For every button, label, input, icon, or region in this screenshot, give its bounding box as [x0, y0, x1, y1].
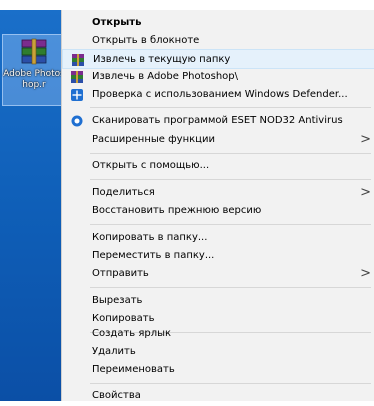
menu-item-properties[interactable]: Свойства — [62, 386, 374, 406]
menu-separator — [90, 287, 371, 288]
winrar-icon — [72, 54, 84, 66]
background-document-strip — [0, 0, 374, 10]
windows-defender-icon — [71, 89, 83, 101]
menu-separator — [90, 383, 371, 384]
menu-item-open-in-notepad[interactable]: Открыть в блокноте — [62, 31, 374, 51]
menu-item-label: Переименовать — [92, 364, 175, 375]
menu-item-label: Свойства — [92, 390, 141, 401]
menu-separator — [90, 153, 371, 154]
menu-item-label: Открыть в блокноте — [92, 35, 200, 46]
menu-item-defender-scan[interactable]: Проверка с использованием Windows Defend… — [62, 85, 374, 105]
menu-item-delete[interactable]: Удалить — [62, 342, 374, 362]
winrar-icon — [71, 71, 83, 83]
context-menu: Открыть Открыть в блокноте Извлечь в тек… — [61, 10, 374, 401]
menu-separator — [90, 224, 371, 225]
menu-item-share[interactable]: Поделиться > — [62, 183, 374, 203]
menu-item-label: Извлечь в Adobe Photoshop\ — [92, 71, 239, 82]
desktop-file-label: Adobe Photoshop.r — [3, 69, 65, 90]
menu-item-label: Поделиться — [92, 187, 155, 198]
menu-item-move-to-folder[interactable]: Переместить в папку... — [62, 246, 374, 266]
menu-item-label: Восстановить прежнюю версию — [92, 205, 262, 216]
menu-item-label: Вырезать — [92, 295, 143, 306]
menu-item-eset-scan[interactable]: Сканировать программой ESET NOD32 Antivi… — [62, 111, 374, 131]
menu-item-extract-here[interactable]: Извлечь в текущую папку — [62, 49, 374, 69]
menu-item-cut[interactable]: Вырезать — [62, 291, 374, 311]
menu-item-copy-to-folder[interactable]: Копировать в папку... — [62, 228, 374, 248]
menu-item-create-shortcut[interactable]: Создать ярлык — [62, 324, 374, 344]
menu-item-label: Сканировать программой ESET NOD32 Antivi… — [92, 115, 343, 126]
submenu-arrow-icon: > — [360, 132, 371, 147]
menu-item-restore-previous-version[interactable]: Восстановить прежнюю версию — [62, 201, 374, 221]
menu-item-label: Открыть с помощью... — [92, 160, 210, 171]
desktop-background: Adobe Photoshop.r — [0, 10, 66, 401]
menu-item-label: Расширенные функции — [92, 134, 215, 145]
menu-item-label: Создать ярлык — [92, 328, 172, 339]
menu-item-label: Переместить в папку... — [92, 250, 215, 261]
menu-item-advanced-functions[interactable]: Расширенные функции > — [62, 130, 374, 150]
menu-separator — [90, 179, 371, 180]
submenu-arrow-icon: > — [360, 185, 371, 200]
menu-separator — [90, 107, 371, 108]
menu-item-extract-to-folder[interactable]: Извлечь в Adobe Photoshop\ — [62, 67, 374, 87]
menu-item-open[interactable]: Открыть — [62, 13, 374, 33]
menu-item-label: Удалить — [92, 346, 136, 357]
eset-icon — [71, 115, 83, 127]
menu-item-label: Отправить — [92, 268, 149, 279]
menu-item-rename[interactable]: Переименовать — [62, 360, 374, 380]
winrar-archive-icon — [19, 37, 49, 71]
menu-item-label: Проверка с использованием Windows Defend… — [92, 89, 348, 100]
menu-item-open-with[interactable]: Открыть с помощью... — [62, 156, 374, 176]
submenu-arrow-icon: > — [360, 266, 371, 281]
menu-item-label: Открыть — [92, 17, 142, 28]
desktop-file-item[interactable]: Adobe Photoshop.r — [2, 34, 66, 106]
menu-item-label: Копировать в папку... — [92, 232, 208, 243]
menu-item-send-to[interactable]: Отправить > — [62, 264, 374, 284]
